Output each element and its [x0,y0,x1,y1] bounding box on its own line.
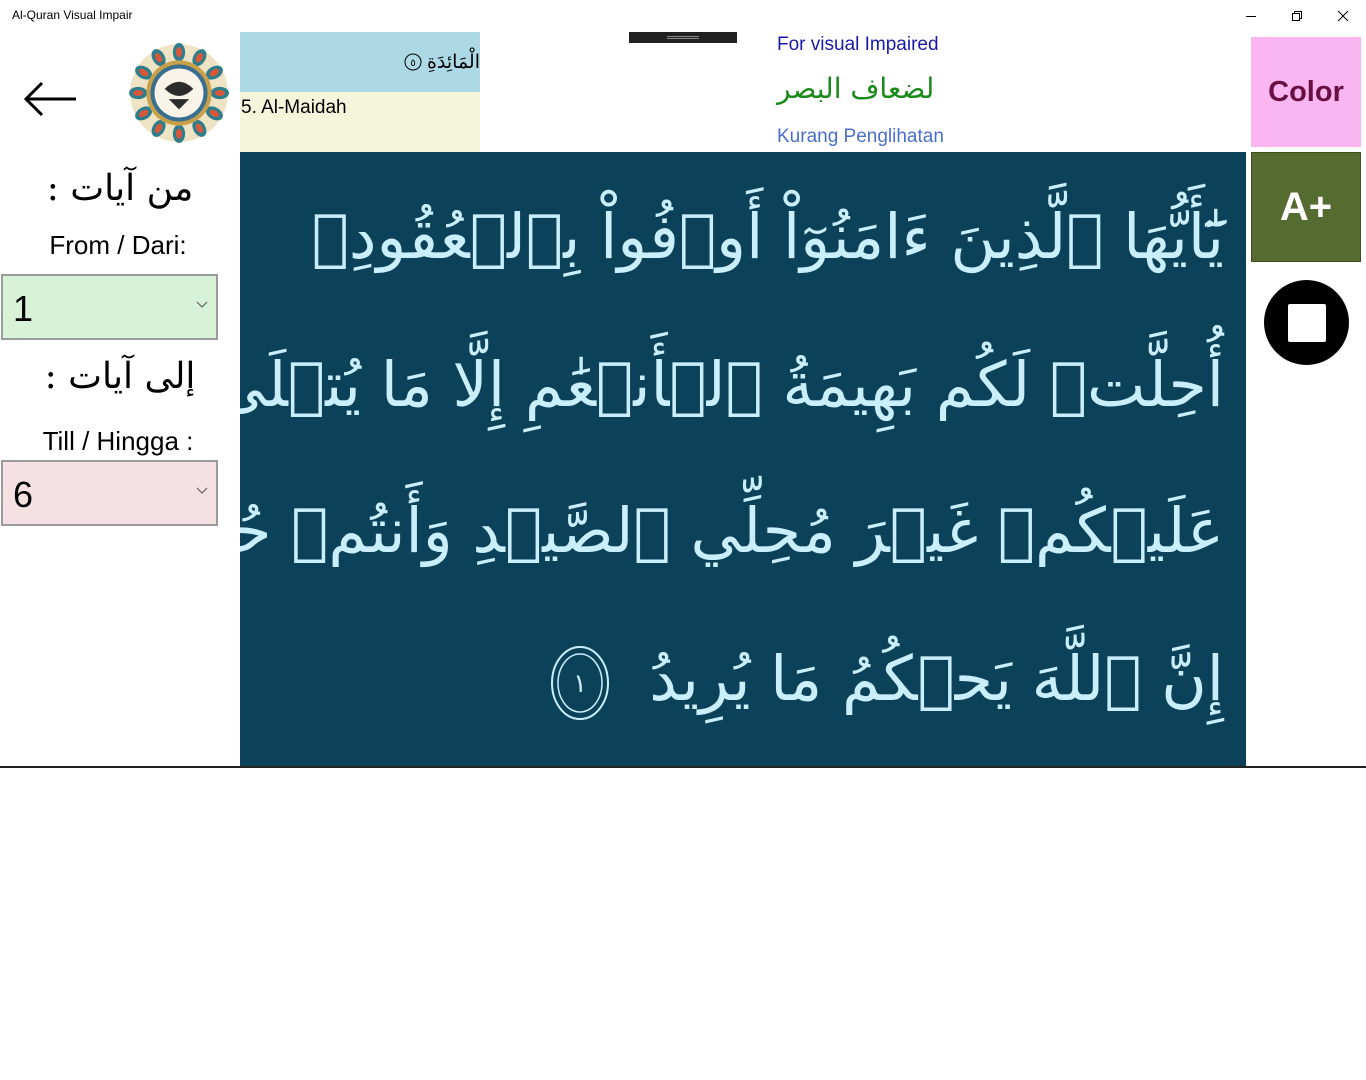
surah-arabic-text: الْمَائِدَةِ [426,51,480,73]
minimize-icon [1246,16,1256,17]
from-ayah-value: 1 [13,288,34,329]
surah-latin-name: 5. Al-Maidah [240,92,480,152]
app-title: Al-Quran Visual Impair [12,8,133,22]
tagline-english: For visual Impaired [777,34,939,55]
from-label: From / Dari: [49,230,187,260]
stop-icon [1287,303,1326,342]
stop-button[interactable] [1264,280,1349,365]
verse-line-1: يَٰٓأَيُّهَا ٱلَّذِينَ ءَامَنُوٓاْ أَوۡف… [311,200,1224,273]
verse-line-4: إِنَّ ٱللَّهَ يَحۡكُمُ مَا يُرِيدُ ١ [549,642,1224,722]
surah-number-glyph: ٥ [410,58,415,69]
tagline-indonesian: Kurang Penglihatan [777,126,944,147]
from-ayah-select[interactable]: 1 [1,274,218,340]
title-bar: Al-Quran Visual Impair [0,0,1366,32]
arrow-left-icon [23,81,76,117]
content-divider [0,766,1366,768]
restore-icon [1292,11,1302,21]
minimize-button[interactable] [1228,0,1274,32]
ayah-number-marker: ١ [551,645,610,720]
close-icon [1337,10,1349,22]
back-button[interactable] [18,74,82,124]
verse-display: يَٰٓأَيُّهَا ٱلَّذِينَ ءَامَنُوٓاْ أَوۡف… [240,152,1246,766]
drag-handle[interactable] [629,32,737,43]
quran-medallion-logo [129,43,229,143]
color-button[interactable]: Color [1251,37,1361,147]
from-arabic-label: من آيات : [46,168,194,209]
to-label: Till / Hingga : [42,426,194,456]
ayah-number-glyph: ١ [573,669,587,699]
to-ayah-select[interactable]: 6 [1,460,218,526]
verse-line-3: عَلَيۡكُمۡ غَيۡرَ مُحِلِّي ٱلصَّيۡدِ وَأ… [240,494,1224,567]
font-size-increase-button[interactable]: A+ [1251,152,1361,262]
to-arabic-label: إلى آيات : [44,356,196,397]
chevron-down-icon [196,301,208,308]
chevron-down-icon [196,487,208,494]
close-button[interactable] [1320,0,1366,32]
surah-arabic-name: الْمَائِدَةِ ٥ [240,32,480,92]
surah-number-marker: ٥ [404,53,422,71]
verse-line-4-text: إِنَّ ٱللَّهَ يَحۡكُمُ مَا يُرِيدُ [649,642,1224,715]
to-ayah-value: 6 [13,474,34,515]
verse-line-2: أُحِلَّتۡ لَكُم بَهِيمَةُ ٱلۡأَنۡعَٰمِ إ… [240,348,1224,421]
surah-panel: الْمَائِدَةِ ٥ 5. Al-Maidah [240,32,480,152]
tagline-arabic: لضعاف البصر [777,72,935,105]
restore-button[interactable] [1274,0,1320,32]
